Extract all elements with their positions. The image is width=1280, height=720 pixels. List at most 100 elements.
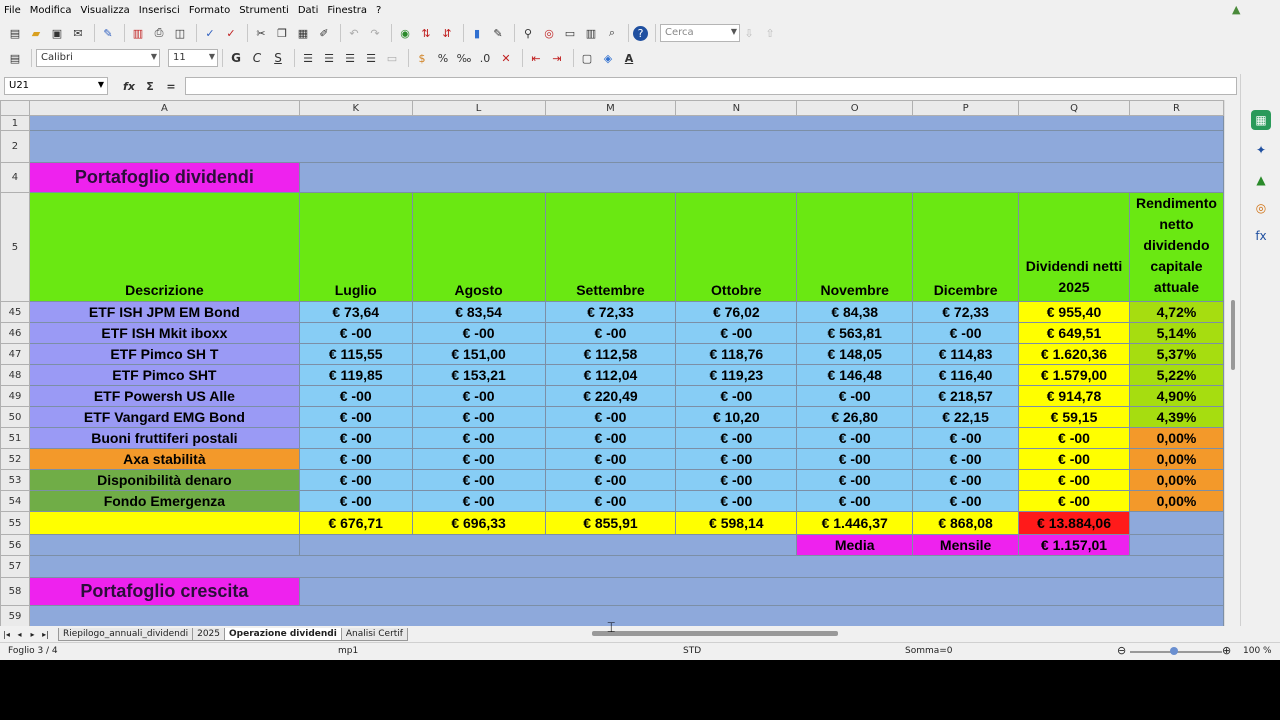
redo-icon[interactable]: ↷ [366, 24, 384, 42]
yield-cell[interactable]: 4,90% [1128, 385, 1224, 407]
paste-icon[interactable]: ▦ [294, 24, 312, 42]
empty-cells[interactable] [298, 162, 1224, 193]
month-value-cell[interactable]: € 26,80 [796, 406, 914, 428]
column-header-k[interactable]: K [298, 100, 413, 116]
header-month[interactable]: Settembre [544, 192, 677, 302]
month-value-cell[interactable]: € -00 [675, 427, 798, 449]
month-value-cell[interactable]: € 112,04 [544, 364, 677, 386]
description-cell[interactable]: ETF ISH JPM EM Bond [28, 301, 300, 323]
title-portafoglio-dividendi[interactable]: Portafoglio dividendi [28, 162, 300, 193]
empty-cell[interactable] [1128, 534, 1224, 556]
yield-cell[interactable]: 5,37% [1128, 343, 1224, 365]
header-month[interactable]: Agosto [411, 192, 546, 302]
justify-icon[interactable]: ☰ [362, 49, 380, 67]
column-header-n[interactable]: N [675, 100, 798, 116]
month-value-cell[interactable]: € -00 [544, 490, 677, 512]
empty-cells[interactable] [298, 534, 798, 556]
italic-button[interactable]: C [248, 49, 266, 67]
selection-mode[interactable]: STD [683, 646, 701, 656]
description-cell[interactable]: Disponibilità denaro [28, 469, 300, 491]
new-document-icon[interactable]: ▤ [6, 24, 24, 42]
month-value-cell[interactable]: € -00 [544, 322, 677, 344]
menu-inserisci[interactable]: Inserisci [139, 5, 180, 16]
month-value-cell[interactable]: € -00 [912, 490, 1020, 512]
name-box[interactable]: U21 ▼ [4, 77, 108, 95]
description-cell[interactable]: ETF Pimco SHT [28, 364, 300, 386]
month-value-cell[interactable]: € 10,20 [675, 406, 798, 428]
row-header[interactable]: 2 [0, 130, 30, 163]
menu-finestra[interactable]: Finestra [327, 5, 367, 16]
scroll-thumb[interactable] [1231, 300, 1235, 370]
row-header[interactable]: 5 [0, 192, 30, 302]
month-value-cell[interactable]: € -00 [298, 427, 413, 449]
spreadsheet-grid[interactable]: A K L M N O P Q R 1 2 4 Portafoglio divi… [0, 100, 1224, 626]
format-paintbrush-icon[interactable]: ✐ [315, 24, 333, 42]
header-month[interactable]: Dicembre [912, 192, 1020, 302]
column-header-l[interactable]: L [411, 100, 546, 116]
edit-mode-icon[interactable]: ✎ [99, 24, 117, 42]
total-cell[interactable]: € 696,33 [411, 511, 546, 535]
month-value-cell[interactable]: € 115,55 [298, 343, 413, 365]
month-value-cell[interactable]: € -00 [912, 322, 1020, 344]
zoom-in-icon[interactable]: ⊕ [1222, 644, 1231, 657]
row-header[interactable]: 53 [0, 469, 30, 491]
month-value-cell[interactable]: € -00 [675, 469, 798, 491]
zoom-slider-handle[interactable] [1170, 647, 1178, 655]
decrease-indent-icon[interactable]: ⇤ [527, 49, 545, 67]
month-value-cell[interactable]: € 72,33 [912, 301, 1020, 323]
chevron-down-icon[interactable]: ▼ [98, 80, 104, 89]
total-cell[interactable]: € 1.446,37 [796, 511, 914, 535]
month-value-cell[interactable]: € -00 [298, 406, 413, 428]
help-icon[interactable]: ? [633, 25, 648, 41]
month-value-cell[interactable]: € -00 [544, 427, 677, 449]
chart-icon[interactable]: ▮ [468, 24, 486, 42]
description-cell[interactable]: ETF Pimco SH T [28, 343, 300, 365]
month-value-cell[interactable]: € -00 [675, 448, 798, 470]
autospell-icon[interactable]: ✓ [222, 24, 240, 42]
dividend-total-cell[interactable]: € 914,78 [1018, 385, 1130, 407]
yield-cell[interactable]: 5,22% [1128, 364, 1224, 386]
add-decimal-icon[interactable]: .0 [476, 49, 494, 67]
last-sheet-icon[interactable]: ▸| [39, 630, 52, 639]
empty-row[interactable] [28, 605, 1224, 626]
dividend-total-cell[interactable]: € 1.579,00 [1018, 364, 1130, 386]
month-value-cell[interactable]: € -00 [675, 490, 798, 512]
page-style[interactable]: mp1 [338, 646, 358, 656]
styles-icon[interactable]: ✦ [1251, 140, 1271, 160]
hyperlink-icon[interactable]: ◉ [396, 24, 414, 42]
month-value-cell[interactable]: € 119,85 [298, 364, 413, 386]
row-header[interactable]: 57 [0, 555, 30, 578]
row-header[interactable]: 56 [0, 534, 30, 556]
media-label[interactable]: Media [796, 534, 914, 556]
cut-icon[interactable]: ✂ [252, 24, 270, 42]
month-value-cell[interactable]: € -00 [411, 427, 546, 449]
month-value-cell[interactable]: € -00 [796, 427, 914, 449]
empty-cell[interactable] [28, 534, 300, 556]
month-value-cell[interactable]: € 563,81 [796, 322, 914, 344]
dividend-total-cell[interactable]: € 1.620,36 [1018, 343, 1130, 365]
month-value-cell[interactable]: € -00 [912, 427, 1020, 449]
month-value-cell[interactable]: € -00 [411, 448, 546, 470]
month-value-cell[interactable]: € -00 [411, 490, 546, 512]
row-header[interactable]: 49 [0, 385, 30, 407]
month-value-cell[interactable]: € 148,05 [796, 343, 914, 365]
month-value-cell[interactable]: € 218,57 [912, 385, 1020, 407]
previous-sheet-icon[interactable]: ◂ [13, 630, 26, 639]
month-value-cell[interactable]: € -00 [544, 406, 677, 428]
row-header[interactable]: 48 [0, 364, 30, 386]
row-header[interactable]: 58 [0, 577, 30, 606]
mensile-label[interactable]: Mensile [912, 534, 1020, 556]
datasource-icon[interactable]: ▥ [582, 24, 600, 42]
row-header[interactable]: 54 [0, 490, 30, 512]
yield-cell[interactable]: 4,72% [1128, 301, 1224, 323]
number-format-icon[interactable]: ‰ [455, 49, 473, 67]
functions-icon[interactable]: fx [1251, 226, 1271, 246]
find-previous-icon[interactable]: ⇩ [740, 24, 758, 42]
empty-row[interactable] [28, 130, 1224, 163]
month-value-cell[interactable]: € -00 [298, 448, 413, 470]
menu-help[interactable]: ? [376, 5, 381, 16]
first-sheet-icon[interactable]: |◂ [0, 630, 13, 639]
month-value-cell[interactable]: € 114,83 [912, 343, 1020, 365]
month-value-cell[interactable]: € -00 [298, 322, 413, 344]
month-value-cell[interactable]: € -00 [912, 448, 1020, 470]
